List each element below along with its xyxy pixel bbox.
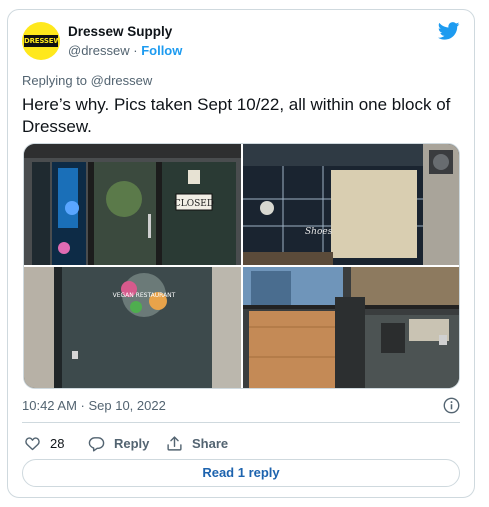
media-grid: CLOSED Shoes VEGAN RESTAURANT [23, 143, 460, 389]
read-replies-button[interactable]: Read 1 reply [22, 459, 460, 487]
photo-1[interactable]: CLOSED [24, 144, 241, 265]
like-count: 28 [50, 435, 65, 451]
divider [22, 422, 460, 423]
reply-button[interactable]: Reply [88, 432, 149, 454]
share-label: Share [192, 435, 229, 451]
tweet-text: Here’s why. Pics taken Sept 10/22, all w… [22, 95, 451, 136]
vegan-sign-text: VEGAN RESTAURANT [113, 292, 176, 299]
tweet-timestamp[interactable]: 10:42 AM · Sep 10, 2022 [22, 398, 166, 413]
storefront-photo-3: VEGAN RESTAURANT [24, 267, 241, 388]
replying-prefix: Replying to [22, 73, 88, 88]
avatar[interactable]: DRESSEW [22, 22, 60, 60]
avatar-logo-text: DRESSEW [24, 35, 60, 47]
replying-to: Replying to @dressew [22, 73, 152, 88]
photo-3[interactable]: VEGAN RESTAURANT [24, 267, 241, 388]
author-name[interactable]: Dressew Supply [68, 24, 172, 39]
reply-label: Reply [114, 435, 150, 451]
closed-sign-text: CLOSED [174, 199, 214, 209]
storefront-photo-1: CLOSED [24, 144, 241, 265]
replying-mention[interactable]: @dressew [91, 73, 153, 88]
shoes-sign-text: Shoes [305, 227, 333, 237]
follow-link[interactable]: Follow [141, 43, 182, 58]
info-icon[interactable] [443, 397, 460, 414]
tweet-header: DRESSEW Dressew Supply @dressew · Follow [22, 20, 460, 64]
storefront-photo-4 [243, 267, 459, 388]
reply-icon [88, 436, 105, 452]
heart-icon [25, 436, 40, 450]
storefront-photo-2: Shoes [243, 144, 459, 265]
handle-line: @dressew · Follow [68, 43, 182, 58]
share-button[interactable]: Share [166, 432, 228, 454]
author-handle[interactable]: @dressew [68, 43, 130, 58]
twitter-bird-icon[interactable] [438, 22, 460, 40]
tweet-card: DRESSEW Dressew Supply @dressew · Follow… [7, 9, 475, 498]
like-button[interactable]: 28 [24, 432, 64, 454]
photo-4[interactable] [243, 267, 459, 388]
photo-2[interactable]: Shoes [243, 144, 459, 265]
share-icon [167, 435, 182, 451]
handle-separator: · [133, 43, 138, 58]
